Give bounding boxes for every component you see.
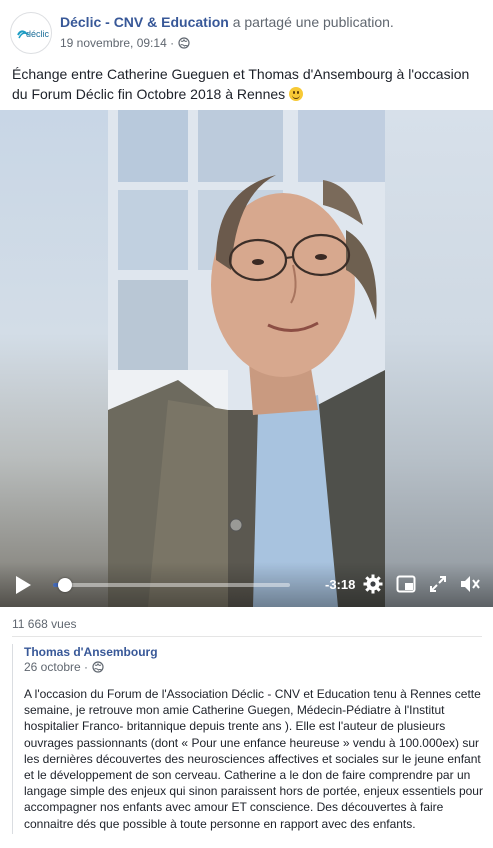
picture-in-picture-icon[interactable]: [396, 574, 416, 594]
shared-publication-text: a partagé une publication.: [232, 14, 394, 30]
video-progress-handle[interactable]: [57, 578, 72, 592]
globe-icon[interactable]: [178, 37, 190, 49]
post-message: Échange entre Catherine Gueguen et Thoma…: [12, 64, 482, 104]
video-player[interactable]: -3:18: [0, 110, 493, 607]
shared-post-card: déclic Déclic - CNV & Education a partag…: [0, 0, 493, 848]
settings-gear-icon[interactable]: [363, 574, 383, 594]
post-header: déclic Déclic - CNV & Education a partag…: [10, 10, 485, 54]
original-post-date[interactable]: 26 octobre ·: [24, 660, 88, 674]
video-frame: [108, 110, 385, 607]
original-post-meta: 26 octobre ·: [24, 660, 104, 674]
video-progress-track[interactable]: [53, 578, 290, 592]
fullscreen-icon[interactable]: [428, 574, 448, 594]
original-post: Thomas d'Ansembourg 26 octobre · A l'occ…: [12, 644, 483, 834]
video-thumbnail-image: [108, 110, 385, 607]
view-count: 11 668 vues: [12, 617, 77, 631]
post-message-text: Échange entre Catherine Gueguen et Thoma…: [12, 66, 470, 102]
video-controls-bar: -3:18: [0, 562, 493, 607]
smiling-face-icon: [289, 87, 304, 101]
original-author-link[interactable]: Thomas d'Ansembourg: [24, 645, 158, 659]
post-timestamp[interactable]: 19 novembre, 09:14 ·: [60, 36, 174, 50]
page-name-link[interactable]: Déclic - CNV & Education: [60, 14, 229, 30]
video-time-remaining: -3:18: [325, 577, 356, 592]
page-avatar[interactable]: déclic: [10, 12, 52, 54]
header-meta-line: 19 novembre, 09:14 ·: [60, 36, 190, 50]
declic-logo-icon: déclic: [17, 29, 50, 39]
avatar-logo-text: déclic: [26, 29, 50, 39]
video-blur-left: [0, 110, 108, 607]
video-blur-right: [385, 110, 493, 607]
globe-icon[interactable]: [92, 661, 104, 673]
original-post-text: A l'occasion du Forum de l'Association D…: [24, 687, 483, 831]
header-title-line: Déclic - CNV & Education a partagé une p…: [60, 14, 394, 30]
volume-muted-icon[interactable]: [459, 574, 481, 594]
divider: [12, 636, 482, 637]
play-icon[interactable]: [14, 575, 32, 595]
